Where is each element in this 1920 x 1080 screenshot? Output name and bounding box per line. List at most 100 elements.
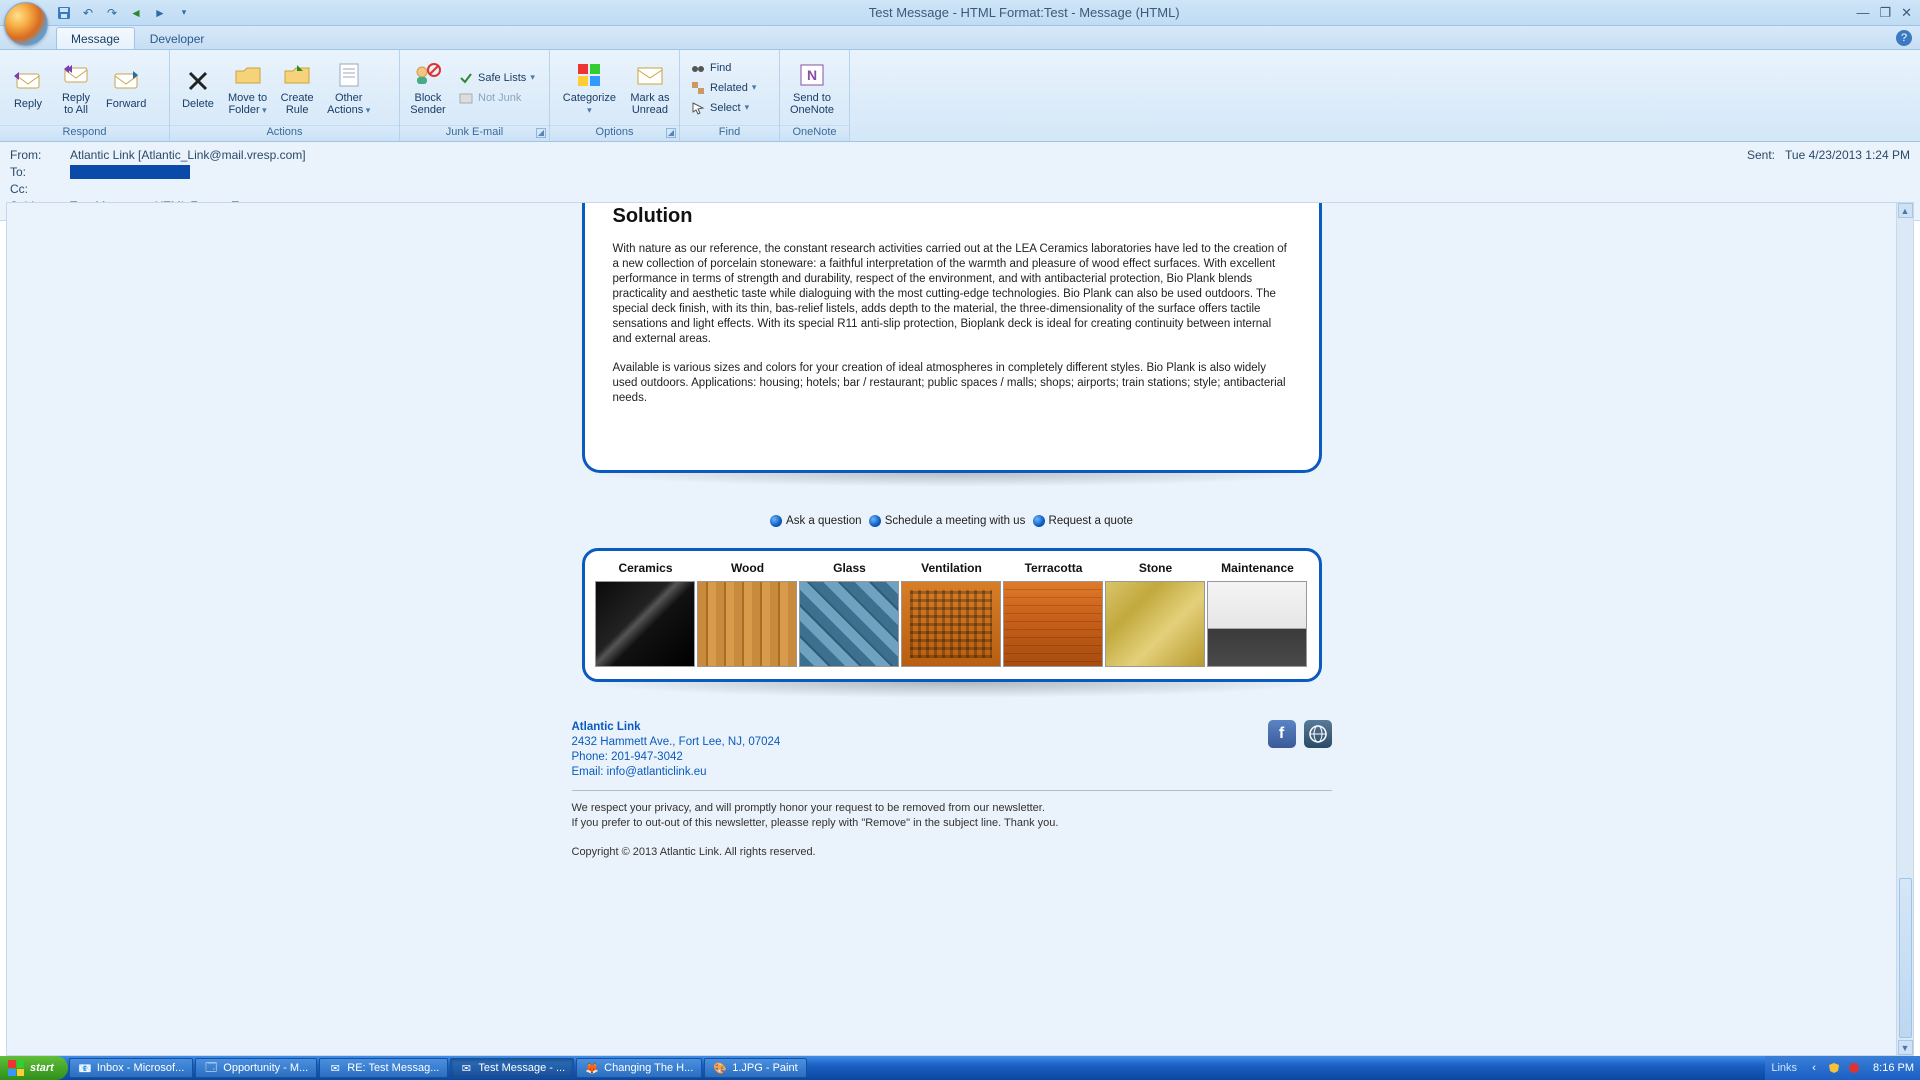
group-label-onenote: OneNote (780, 125, 849, 141)
shadow-decoration (582, 473, 1322, 487)
wood-thumbnail[interactable] (697, 581, 797, 667)
group-respond: Reply Reply to All Forward Respond (0, 50, 170, 141)
sent-field: Sent: Tue 4/23/2013 1:24 PM (1747, 148, 1910, 162)
reply-all-icon (60, 59, 92, 91)
copyright: Copyright © 2013 Atlantic Link. All righ… (572, 845, 1332, 860)
options-dialog-launcher[interactable]: ◢ (666, 128, 676, 138)
tray-network-icon[interactable] (1847, 1061, 1861, 1075)
group-junk: Block Sender Safe Lists Not Junk Junk E-… (400, 50, 550, 141)
from-value: Atlantic Link [Atlantic_Link@mail.vresp.… (70, 148, 306, 162)
categorize-button[interactable]: Categorize (556, 57, 623, 118)
taskbar-item-opportunity[interactable]: 🗔Opportunity - M... (195, 1058, 317, 1078)
prev-item-icon[interactable]: ◄ (128, 5, 144, 21)
block-sender-button[interactable]: Block Sender (406, 57, 450, 118)
undo-icon[interactable]: ↶ (80, 5, 96, 21)
start-button[interactable]: start (0, 1056, 68, 1080)
category-ceramics: Ceramics (595, 561, 697, 667)
sent-value: Tue 4/23/2013 1:24 PM (1785, 148, 1910, 162)
group-label-actions: Actions (170, 125, 399, 141)
create-rule-button[interactable]: Create Rule (275, 57, 319, 118)
select-button[interactable]: Select (686, 99, 773, 117)
terracotta-thumbnail[interactable] (1003, 581, 1103, 667)
send-to-onenote-button[interactable]: N Send to OneNote (786, 57, 838, 118)
forward-button[interactable]: Forward (102, 63, 150, 112)
block-icon (412, 59, 444, 91)
redo-icon[interactable]: ↷ (104, 5, 120, 21)
scroll-down-icon[interactable]: ▼ (1898, 1040, 1913, 1055)
taskbar-item-test-message[interactable]: ✉Test Message - ... (450, 1058, 574, 1078)
check-icon (458, 70, 474, 86)
bullet-icon (1033, 515, 1045, 527)
email-label: Email: (572, 766, 607, 778)
firefox-icon: 🦊 (585, 1061, 599, 1075)
ask-question-link[interactable]: Ask a question (770, 515, 861, 527)
tab-developer[interactable]: Developer (135, 27, 220, 49)
related-button[interactable]: Related (686, 79, 773, 97)
select-icon (690, 100, 706, 116)
ribbon-tabstrip: Message Developer ? (0, 26, 1920, 50)
email-link[interactable]: info@atlanticlink.eu (607, 766, 707, 778)
vertical-scrollbar[interactable]: ▲ ▼ (1896, 203, 1913, 1055)
company-name: Atlantic Link (572, 720, 781, 735)
maximize-button[interactable]: ❐ (1879, 5, 1891, 21)
page-icon (333, 59, 365, 91)
find-button[interactable]: Find (686, 59, 773, 77)
mark-unread-button[interactable]: Mark as Unread (627, 57, 673, 118)
bullet-icon (869, 515, 881, 527)
tray-expand-icon[interactable]: ‹ (1807, 1061, 1821, 1075)
schedule-meeting-link[interactable]: Schedule a meeting with us (869, 515, 1026, 527)
solution-paragraph-2: Available is various sizes and colors fo… (613, 361, 1291, 406)
glass-thumbnail[interactable] (799, 581, 899, 667)
group-label-respond: Respond (0, 125, 169, 141)
legal-line-2: If you prefer to out-out of this newslet… (572, 816, 1332, 831)
move-to-folder-button[interactable]: Move to Folder (224, 57, 271, 118)
tray-shield-icon[interactable] (1827, 1061, 1841, 1075)
category-stone: Stone (1105, 561, 1207, 667)
website-icon[interactable] (1304, 720, 1332, 748)
not-junk-button[interactable]: Not Junk (454, 89, 539, 107)
not-junk-icon (458, 90, 474, 106)
reply-all-button[interactable]: Reply to All (54, 57, 98, 118)
legal-line-1: We respect your privacy, and will prompt… (572, 801, 1332, 816)
category-maintenance: Maintenance (1207, 561, 1309, 667)
tab-message[interactable]: Message (56, 27, 135, 49)
links-toolbar-label[interactable]: Links (1771, 1062, 1797, 1074)
ceramics-thumbnail[interactable] (595, 581, 695, 667)
taskbar-item-paint[interactable]: 🎨1.JPG - Paint (704, 1058, 806, 1078)
delete-button[interactable]: Delete (176, 63, 220, 112)
from-label: From: (10, 148, 70, 162)
junk-dialog-launcher[interactable]: ◢ (536, 128, 546, 138)
taskbar-item-firefox[interactable]: 🦊Changing The H... (576, 1058, 702, 1078)
quick-access-toolbar: ↶ ↷ ◄ ► ▾ (56, 5, 192, 21)
help-icon[interactable]: ? (1896, 30, 1912, 46)
solution-heading: Solution (613, 203, 1291, 228)
safe-lists-button[interactable]: Safe Lists (454, 69, 539, 87)
save-icon[interactable] (56, 5, 72, 21)
minimize-button[interactable]: — (1856, 5, 1869, 21)
bullet-icon (770, 515, 782, 527)
related-icon (690, 80, 706, 96)
category-terracotta: Terracotta (1003, 561, 1105, 667)
stone-thumbnail[interactable] (1105, 581, 1205, 667)
office-button[interactable] (4, 2, 48, 46)
request-quote-link[interactable]: Request a quote (1033, 515, 1133, 527)
group-label-find: Find (680, 125, 779, 141)
scroll-thumb[interactable] (1899, 878, 1912, 1038)
binoculars-icon (690, 60, 706, 76)
phone-line: Phone: 201-947-3042 (572, 750, 781, 765)
taskbar-item-inbox[interactable]: 📧Inbox - Microsof... (69, 1058, 193, 1078)
maintenance-thumbnail[interactable] (1207, 581, 1307, 667)
other-actions-button[interactable]: Other Actions (323, 57, 374, 118)
ventilation-thumbnail[interactable] (901, 581, 1001, 667)
next-item-icon[interactable]: ► (152, 5, 168, 21)
onenote-icon: N (796, 59, 828, 91)
scroll-up-icon[interactable]: ▲ (1898, 203, 1913, 218)
taskbar-item-re-test[interactable]: ✉RE: Test Messag... (319, 1058, 448, 1078)
categorize-icon (573, 59, 605, 91)
facebook-icon[interactable]: f (1268, 720, 1296, 748)
qat-customize-icon[interactable]: ▾ (176, 5, 192, 21)
reply-button[interactable]: Reply (6, 63, 50, 112)
clock[interactable]: 8:16 PM (1873, 1062, 1914, 1074)
close-button[interactable]: ✕ (1901, 5, 1912, 21)
group-actions: Delete Move to Folder Create Rule Other … (170, 50, 400, 141)
